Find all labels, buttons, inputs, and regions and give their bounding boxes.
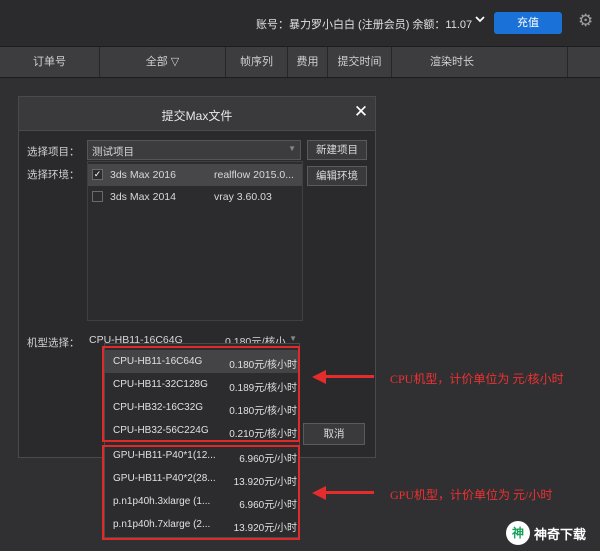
env-row[interactable]: 3ds Max 2014 vray 3.60.03 <box>88 186 302 208</box>
col-order-id[interactable]: 订单号 <box>0 47 100 77</box>
gear-icon[interactable]: ⚙ <box>578 12 596 30</box>
order-table-header: 订单号 全部 ▽ 帧序列 费用 提交时间 渲染时长 <box>0 46 600 78</box>
col-status-filter[interactable]: 全部 ▽ <box>100 47 226 77</box>
environment-list: ✓ 3ds Max 2016 realflow 2015.0... 3ds Ma… <box>87 161 303 321</box>
chevron-down-icon: ▼ <box>288 144 296 153</box>
chevron-down-icon: ▼ <box>289 334 297 343</box>
project-select-value: 测试项目 <box>92 146 134 158</box>
project-select[interactable]: 测试项目 ▼ <box>87 140 301 160</box>
new-project-button[interactable]: 新建项目 <box>307 140 367 160</box>
top-bar: 账号：暴力罗小白白 (注册会员) 余额：11.07 充值 ⚙ <box>0 0 600 46</box>
gpu-annotation: GPU机型，计价单位为 元/小时 <box>390 488 553 502</box>
cancel-button[interactable]: 取消 <box>303 423 365 445</box>
edit-env-button[interactable]: 编辑环境 <box>307 166 367 186</box>
recharge-button[interactable]: 充值 <box>494 12 562 34</box>
env-plugin: vray 3.60.03 <box>214 191 272 203</box>
cpu-highlight-box <box>102 346 300 442</box>
dialog-title: 提交Max文件 <box>161 109 233 123</box>
cpu-annotation: CPU机型，计价单位为 元/核小时 <box>390 372 564 386</box>
env-label: 选择环境： <box>27 169 80 181</box>
env-row[interactable]: ✓ 3ds Max 2016 realflow 2015.0... <box>88 164 302 186</box>
machine-label: 机型选择： <box>27 337 80 349</box>
account-info: 账号：暴力罗小白白 (注册会员) 余额：11.07 <box>256 19 473 31</box>
watermark-logo-icon: 神 <box>506 521 530 545</box>
watermark-text: 神奇下载 <box>534 527 587 542</box>
col-frames[interactable]: 帧序列 <box>226 47 288 77</box>
chevron-down-icon[interactable] <box>474 13 488 29</box>
checkbox-checked-icon[interactable]: ✓ <box>92 169 103 180</box>
project-label: 选择项目： <box>27 146 80 158</box>
col-submit-time[interactable]: 提交时间 <box>328 47 392 77</box>
env-plugin: realflow 2015.0... <box>214 169 294 181</box>
watermark: 神 神奇下载 <box>506 518 600 548</box>
checkbox-icon[interactable] <box>92 191 103 202</box>
dialog-header: 提交Max文件 ✕ <box>19 97 375 131</box>
env-name: 3ds Max 2016 <box>110 169 176 181</box>
col-cost[interactable]: 费用 <box>288 47 328 77</box>
gpu-arrow-line <box>324 491 374 494</box>
cpu-arrow-line <box>324 375 374 378</box>
col-render-duration[interactable]: 渲染时长 <box>392 47 568 77</box>
close-icon[interactable]: ✕ <box>353 103 369 121</box>
gpu-highlight-box <box>102 445 300 540</box>
env-name: 3ds Max 2014 <box>110 191 176 203</box>
